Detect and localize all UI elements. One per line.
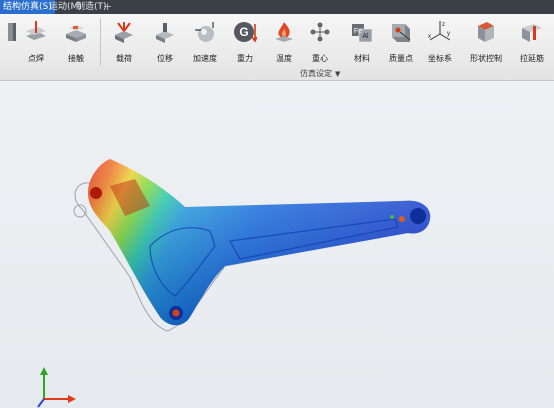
mass-point-icon: [392, 24, 411, 42]
gravity-icon: G: [234, 22, 257, 43]
material-icon: Fe Al: [352, 24, 373, 43]
gravity-letter: G: [239, 25, 248, 39]
menu-bar: 结构仿真(S) 运动(M) 制造(T) +: [0, 0, 554, 14]
stress-result-model[interactable]: [0, 81, 554, 408]
bushing-bottom-constraint: [172, 309, 180, 317]
draw-bead-label: 拉延筋: [520, 54, 544, 63]
temperature-icon: [275, 22, 293, 42]
load-icon: [115, 22, 133, 43]
coordinate-system-button[interactable]: z x y 坐标系: [420, 16, 460, 68]
z-axis-arrow: [37, 398, 45, 408]
material-al-text: Al: [362, 33, 369, 40]
y-axis-head: [40, 367, 48, 375]
coordinate-z-letter: z: [442, 22, 445, 28]
bushing-right: [410, 208, 426, 224]
load-point-marker: [390, 215, 394, 219]
draw-bead-button[interactable]: 拉延筋: [512, 16, 552, 68]
shape-control-label: 形状控制: [470, 54, 502, 63]
contact-button[interactable]: 接触: [56, 16, 96, 68]
coordinate-system-label: 坐标系: [428, 54, 452, 63]
coordinate-x-letter: x: [428, 34, 431, 40]
simulation-setup-group-title[interactable]: 仿真设定 ▼: [300, 68, 340, 79]
draw-bead-icon: [522, 24, 542, 42]
coordinate-y-letter: y: [447, 31, 450, 37]
load-point-marker: [399, 216, 405, 222]
contact-icon: [66, 25, 86, 42]
contact-label: 接触: [68, 54, 84, 63]
load-button[interactable]: 载荷: [104, 16, 144, 68]
material-fe-text: Fe: [354, 28, 362, 35]
center-of-gravity-icon: [310, 22, 330, 42]
x-axis-head: [68, 395, 76, 403]
shape-control-icon: [478, 22, 494, 42]
shape-control-button[interactable]: 形状控制: [466, 16, 506, 68]
3d-viewport[interactable]: [0, 81, 554, 408]
spot-weld-icon: [26, 21, 46, 40]
add-tab-button[interactable]: +: [103, 0, 112, 14]
part-shading: [88, 159, 431, 326]
acceleration-icon: [195, 22, 214, 42]
displacement-icon: [156, 23, 174, 43]
coordinate-system-icon: z x y: [428, 21, 451, 41]
center-of-gravity-button[interactable]: 重心: [300, 16, 340, 68]
simulation-setup-text: 仿真设定: [300, 69, 332, 78]
bushing-left: [90, 187, 102, 199]
chevron-down-icon: ▼: [335, 70, 341, 78]
ribbon-toolbar: 点焊 接触 载荷 位移 加速度 G 重力 温度 重心 Fe Al 材料 质量点 …: [0, 14, 554, 81]
